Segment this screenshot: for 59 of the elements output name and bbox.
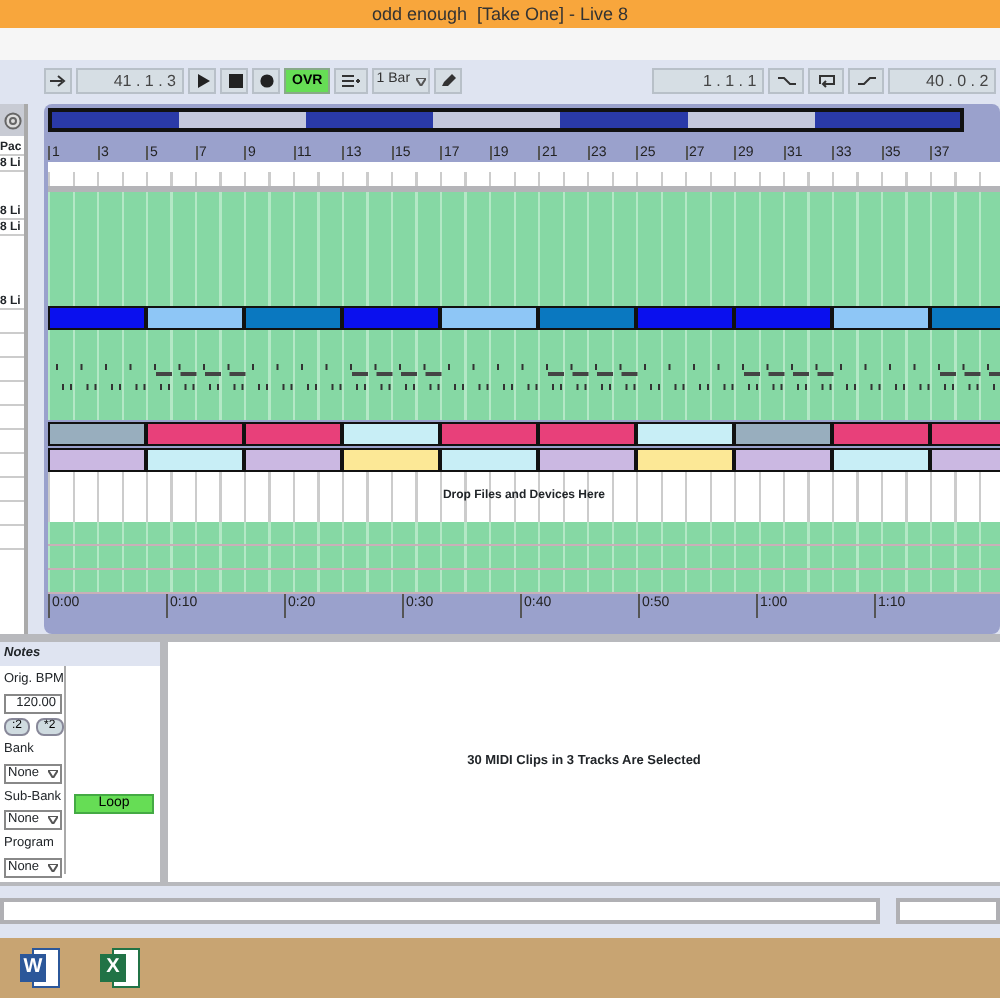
follow-button[interactable] [44,68,72,94]
gear-icon[interactable] [3,111,21,129]
midi-clip[interactable] [48,306,146,330]
step-up-icon [857,74,876,88]
midi-clip[interactable] [244,422,342,446]
midi-clip[interactable] [244,306,342,330]
midi-clip[interactable] [734,422,832,446]
midi-clip[interactable] [538,306,636,330]
midi-clip[interactable] [48,448,146,472]
midi-clip[interactable] [146,448,244,472]
midi-clip[interactable] [342,422,440,446]
caret-icon [48,816,58,825]
midi-clip[interactable] [146,422,244,446]
midi-clip[interactable] [734,306,832,330]
midi-clip[interactable] [930,422,1000,446]
play-button[interactable] [188,68,216,94]
lines-plus-icon [342,74,361,88]
loop-icon [817,74,836,88]
midi-clip[interactable] [342,306,440,330]
loop-length-field[interactable]: 40 . 0 . 2 [888,68,997,94]
midi-clip[interactable] [636,422,734,446]
midi-clip[interactable] [146,306,244,330]
arrow-icon [49,74,67,88]
overview-strip[interactable] [48,108,964,132]
window-title: odd enough [Take One] - Live 8 [0,0,1000,28]
midi-clip[interactable] [734,448,832,472]
midi-clip[interactable] [930,306,1000,330]
midi-clip[interactable] [342,448,440,472]
caret-icon [48,769,58,777]
midi-clip[interactable] [930,448,1000,472]
punch-out-button[interactable] [848,68,885,94]
step-down-icon [777,74,796,88]
punch-in-button[interactable] [768,68,805,94]
record-button[interactable] [252,68,280,94]
midi-clip[interactable] [440,306,538,330]
midi-clip[interactable] [832,448,930,472]
midi-clip[interactable] [832,306,930,330]
caret-icon [48,864,58,872]
position-field[interactable]: 41 . 1 . 3 [76,68,184,94]
loop-button[interactable] [808,68,845,94]
loop-start-field[interactable]: 1 . 1 . 1 [652,68,765,94]
draw-mode-button[interactable] [334,68,369,94]
play-icon [193,74,211,88]
stop-button[interactable] [220,68,248,94]
record-icon [257,74,275,88]
midi-clip[interactable] [538,422,636,446]
midi-clip[interactable] [244,448,342,472]
midi-clip[interactable] [440,448,538,472]
midi-clip[interactable] [636,448,734,472]
pencil-icon [439,74,458,88]
midi-clip[interactable] [832,422,930,446]
status-field [896,898,1000,924]
stop-icon [225,74,243,88]
midi-clip[interactable] [636,306,734,330]
caret-icon [416,77,427,85]
midi-clip[interactable] [48,422,146,446]
pencil-button[interactable] [434,68,463,94]
midi-clip[interactable] [538,448,636,472]
midi-clip[interactable] [440,422,538,446]
